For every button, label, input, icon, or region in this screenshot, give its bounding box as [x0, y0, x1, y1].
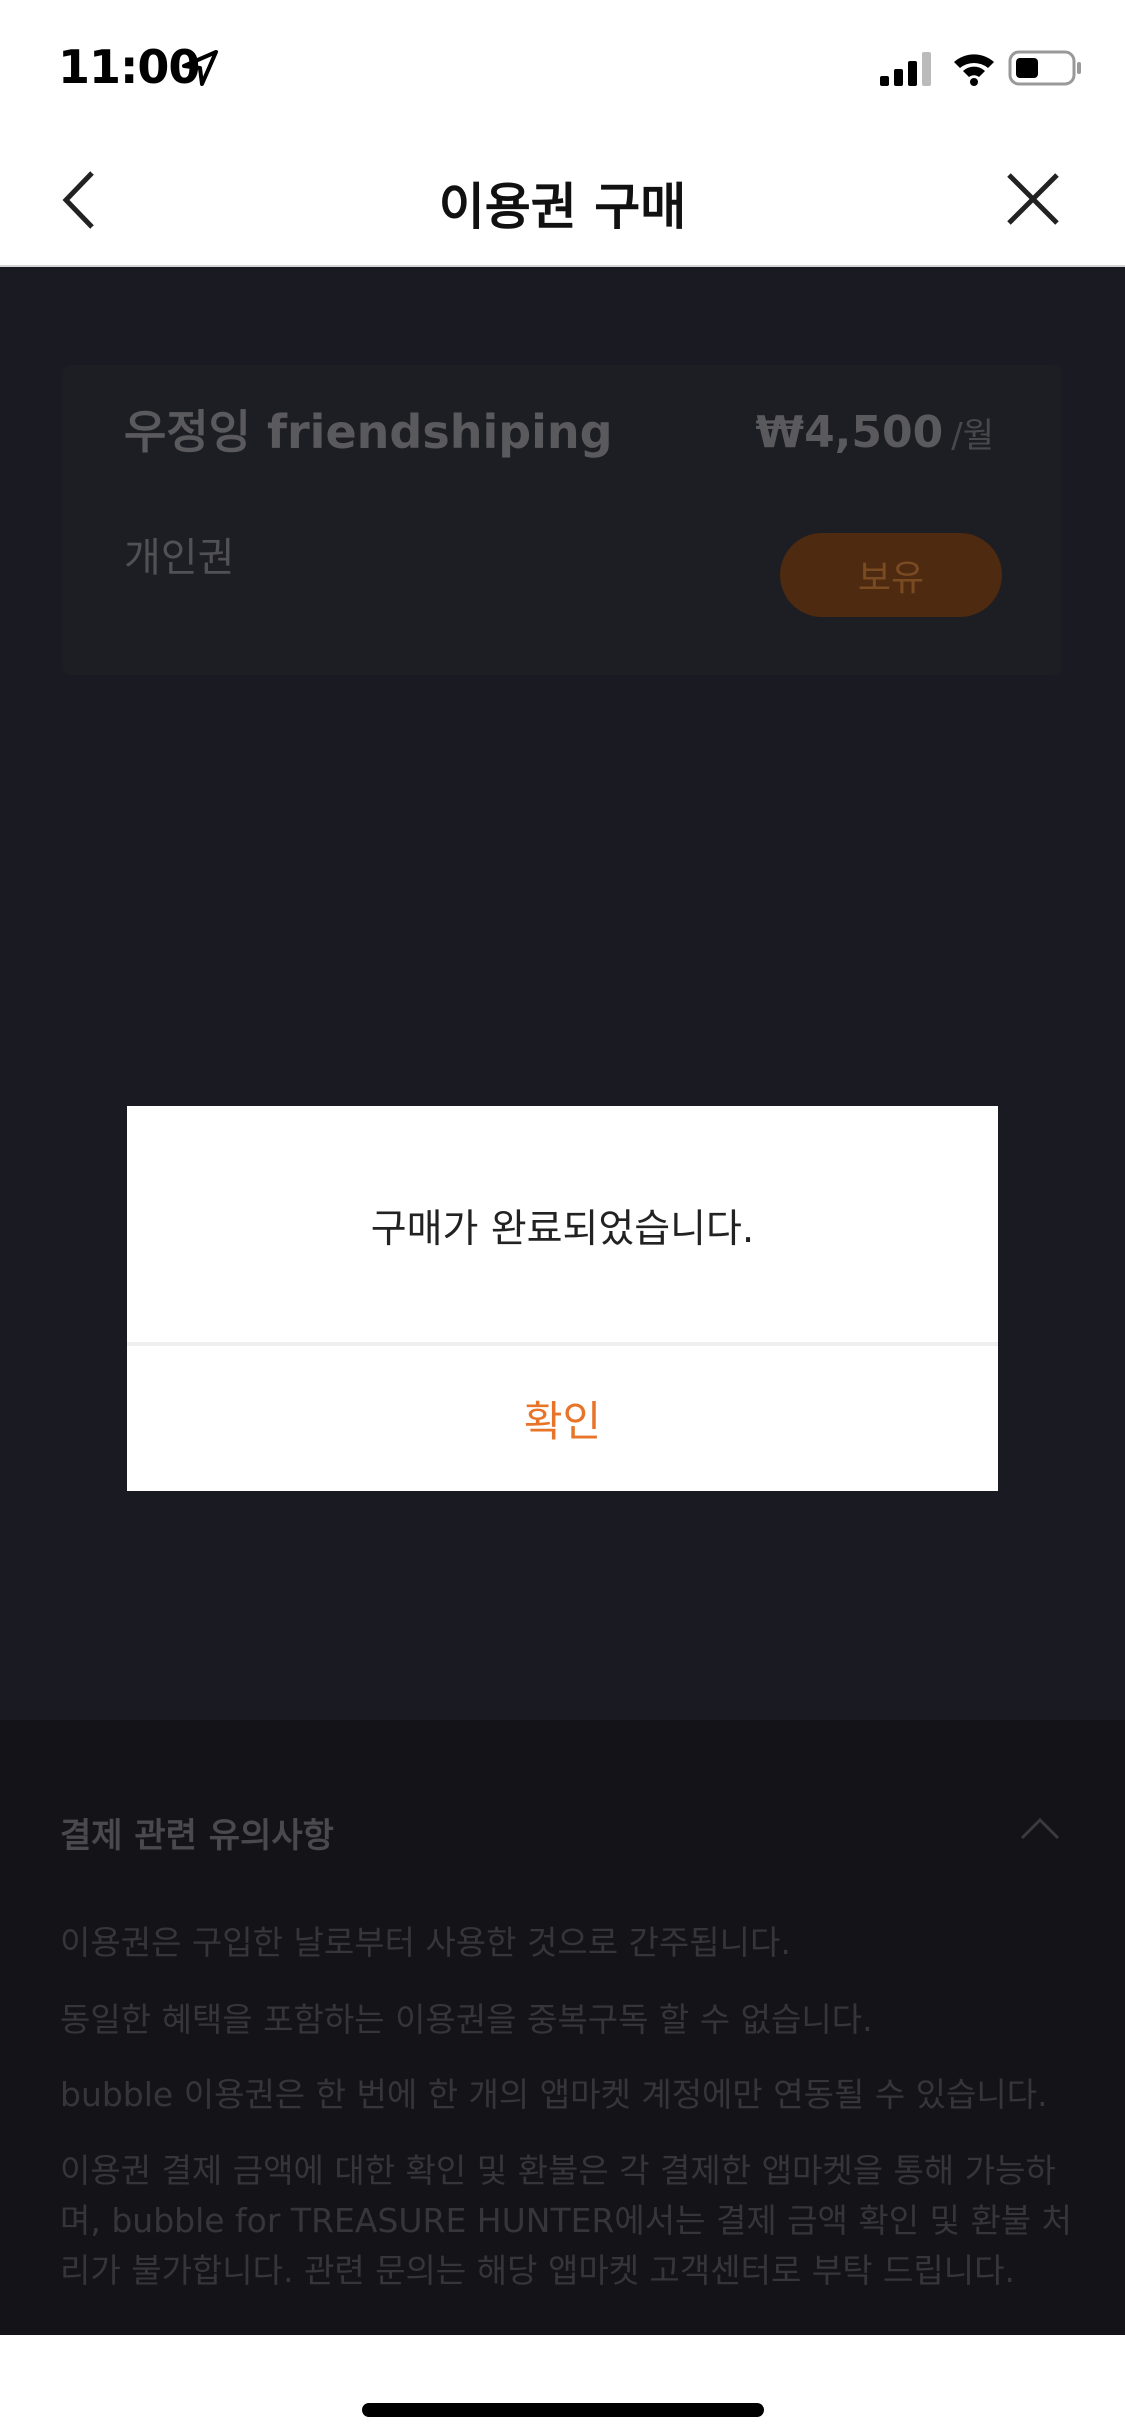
- purchase-complete-dialog: 구매가 완료되었습니다. 확인: [127, 1106, 998, 1491]
- home-indicator[interactable]: [362, 2403, 764, 2417]
- plan-price: ₩4,500/월: [756, 407, 994, 458]
- page-title: 이용권 구매: [438, 178, 687, 236]
- payment-notice-section: 결제 관련 유의사항 이용권은 구입한 날로부터 사용한 것으로 간주됩니다. …: [0, 1720, 1125, 2335]
- notice-item: 이용권은 구입한 날로부터 사용한 것으로 간주됩니다.: [60, 1923, 791, 1962]
- status-bar: 11:00: [0, 0, 1125, 135]
- notice-title[interactable]: 결제 관련 유의사항: [60, 1808, 334, 1857]
- price-amount: ₩4,500: [755, 407, 944, 458]
- dialog-message: 구매가 완료되었습니다.: [370, 1207, 755, 1252]
- wifi-icon: [954, 54, 994, 86]
- price-period: /월: [951, 416, 994, 456]
- notice-item: bubble 이용권은 한 번에 한 개의 앱마켓 계정에만 연동될 수 있습니…: [60, 2075, 1048, 2114]
- owned-button[interactable]: 보유: [780, 533, 1002, 617]
- chevron-up-icon[interactable]: [1018, 1812, 1062, 1842]
- notice-item: 동일한 혜택을 포함하는 이용권을 중복구독 할 수 없습니다.: [60, 2000, 873, 2039]
- plan-name: 우정잉 friendshiping: [124, 405, 613, 459]
- plan-type: 개인권: [124, 535, 235, 581]
- confirm-button[interactable]: 확인: [127, 1346, 998, 1491]
- location-arrow-icon: [182, 50, 218, 86]
- close-icon[interactable]: [1005, 171, 1061, 227]
- navigation-bar: 이용권 구매: [0, 135, 1125, 267]
- notice-item: 이용권 결제 금액에 대한 확인 및 환불은 각 결제한 앱마켓을 통해 가능하…: [60, 2151, 1073, 2290]
- bottom-safe-area: [0, 2335, 1125, 2436]
- cellular-signal-icon: [880, 52, 931, 86]
- battery-icon: [1008, 50, 1081, 86]
- status-time: 11:00: [58, 40, 200, 94]
- plan-card: 우정잉 friendshiping 개인권 ₩4,500/월 보유: [62, 365, 1062, 675]
